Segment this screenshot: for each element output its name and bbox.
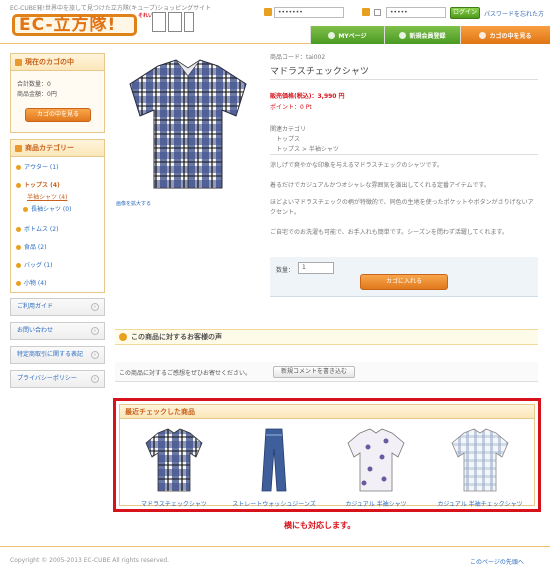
plaid-shirt-thumbnail <box>145 428 203 492</box>
copyright-text: Copyright © 2005-2013 EC-CUBE All rights… <box>10 557 170 564</box>
header-nav: MYページ 新規会員登録 カゴの中を見る <box>310 26 550 44</box>
product-points: ポイント：0 Pt <box>270 104 312 111</box>
recently-viewed-panel: 最近チェックした商品 マドラスチェックシャツ ストレートウォッシュジーンズ カジ… <box>119 404 535 508</box>
category-bag[interactable]: バッグ (1) <box>16 260 52 269</box>
recent-item-label[interactable]: カジュアル 半袖シャツ <box>326 499 426 508</box>
cart-total: 商品金額：0円 <box>17 91 57 98</box>
add-user-icon <box>399 31 407 39</box>
product-image[interactable] <box>118 54 258 194</box>
lock-icon <box>362 8 370 16</box>
jeans-thumbnail <box>261 428 287 492</box>
cube-mascot-icon <box>168 12 182 32</box>
product-description: ご自宅でのお洗濯も可能で、お手入れも簡単です。シーズンを問わず活躍してくれます。 <box>270 229 508 236</box>
product-code: 商品コード：tai002 <box>270 54 326 61</box>
cart-panel-title: 現在のカゴの中 <box>11 54 104 71</box>
bullet-icon <box>16 227 21 232</box>
remember-checkbox[interactable] <box>374 9 381 16</box>
contact-link[interactable]: お問い合わせ › <box>10 322 105 340</box>
dot-shirt-thumbnail <box>347 428 405 492</box>
quantity-label: 数量： <box>276 267 295 274</box>
mail-icon <box>264 8 272 16</box>
bullet-icon <box>16 263 21 268</box>
bullet-icon <box>16 245 21 250</box>
nav-register[interactable]: 新規会員登録 <box>384 26 460 44</box>
chevron-right-icon: › <box>91 375 99 383</box>
nav-label: MYページ <box>338 32 367 40</box>
enlarge-image-link[interactable]: 画像を拡大する <box>116 200 151 207</box>
bullet-icon <box>16 183 21 188</box>
logo-wordmark: EC-立方隊! <box>12 14 137 36</box>
cart-icon <box>479 31 487 39</box>
category-tops[interactable]: トップス (4) <box>16 180 60 189</box>
recent-item[interactable]: カジュアル 半袖チェックシャツ <box>430 427 530 508</box>
page-top-link[interactable]: このページの先頭へ <box>470 557 524 566</box>
nav-label: 新規会員登録 <box>409 32 446 40</box>
product-description: 着るだけでカジュアルかつオシャレな雰囲気を演出してくれる定番アイテムです。 <box>270 182 490 189</box>
review-empty-text: この商品に対するご感想をぜひお寄せください。 <box>119 370 252 377</box>
product-description: ほどよいマドラスチェックの柄が特徴的で、同色の生地を使ったポケットやボタンがさり… <box>270 199 534 216</box>
login-form: ••••••• ••••• ログイン パスワードを忘れた方 <box>262 4 548 20</box>
site-tagline: EC-CUBE発!世界中を旅して見つけた立方隊(キューブ)ショッピングサイト <box>10 5 212 12</box>
related-category-link[interactable]: トップス > 半袖シャツ <box>276 144 339 153</box>
recent-item-label[interactable]: マドラスチェックシャツ <box>124 499 224 508</box>
product-name: マドラスチェックシャツ <box>270 67 369 77</box>
recently-viewed-caption: 横にも対応します。 <box>284 521 356 530</box>
category-outer[interactable]: アウター (1) <box>16 162 58 171</box>
recently-viewed-title: 最近チェックした商品 <box>120 405 534 419</box>
guide-link[interactable]: ご利用ガイド › <box>10 298 105 316</box>
cart-panel: 現在のカゴの中 合計数量：0 商品金額：0円 カゴの中を見る <box>10 53 105 133</box>
product-description: 涼しげで爽やかな印象を与えるマドラスチェックのシャツです。 <box>270 162 443 169</box>
bullet-icon <box>23 207 28 212</box>
user-icon <box>328 31 336 39</box>
site-footer: Copyright © 2005-2013 EC-CUBE All rights… <box>0 546 550 576</box>
nav-label: カゴの中を見る <box>489 32 532 40</box>
add-to-cart-area: 数量： 1 カゴに入れる <box>270 257 538 297</box>
related-category-label: 関連カテゴリ <box>270 126 307 133</box>
category-panel-title: 商品カテゴリー <box>11 140 104 157</box>
site-logo[interactable]: EC-立方隊! それいけ! <box>12 12 194 40</box>
recent-item[interactable]: カジュアル 半袖シャツ <box>326 427 426 508</box>
quantity-input[interactable]: 1 <box>298 262 334 274</box>
cube-mascot-icon <box>184 12 194 32</box>
forgot-password-link[interactable]: パスワードを忘れた方 <box>484 9 544 18</box>
cube-mascot-icon <box>152 12 166 32</box>
chevron-right-icon: › <box>91 327 99 335</box>
category-long-sleeve[interactable]: 長袖シャツ (0) <box>23 204 71 213</box>
category-bottoms[interactable]: ボトムス (2) <box>16 224 58 233</box>
view-cart-button[interactable]: カゴの中を見る <box>25 108 91 122</box>
review-row: この商品に対するご感想をぜひお寄せください。 新規コメントを書き込む <box>115 362 538 382</box>
category-short-sleeve[interactable]: 半袖シャツ (4) <box>27 192 67 201</box>
bullet-icon <box>16 165 21 170</box>
product-divider <box>270 79 538 80</box>
cart-count: 合計数量：0 <box>17 81 51 88</box>
add-to-cart-button[interactable]: カゴに入れる <box>360 274 448 290</box>
product-divider <box>270 154 538 155</box>
category-goods[interactable]: 小物 (4) <box>16 278 46 287</box>
category-panel: 商品カテゴリー アウター (1) トップス (4) 半袖シャツ (4) 長袖シャ… <box>10 139 105 293</box>
email-field[interactable]: ••••••• <box>274 7 344 18</box>
related-category-link[interactable]: トップス <box>276 134 300 143</box>
login-button[interactable]: ログイン <box>450 7 480 19</box>
recent-item[interactable]: ストレートウォッシュジーンズ <box>224 427 324 508</box>
site-header: EC-CUBE発!世界中を旅して見つけた立方隊(キューブ)ショッピングサイト E… <box>0 0 550 44</box>
recent-item-label[interactable]: カジュアル 半袖チェックシャツ <box>430 499 530 508</box>
bullet-icon <box>16 281 21 286</box>
category-food[interactable]: 食品 (2) <box>16 242 46 251</box>
write-review-button[interactable]: 新規コメントを書き込む <box>273 366 355 378</box>
privacy-link[interactable]: プライバシーポリシー › <box>10 370 105 388</box>
check-shirt-thumbnail <box>451 428 509 492</box>
nav-cart[interactable]: カゴの中を見る <box>460 26 550 44</box>
recently-viewed-highlight: 最近チェックした商品 マドラスチェックシャツ ストレートウォッシュジーンズ カジ… <box>113 398 541 512</box>
recent-item-label[interactable]: ストレートウォッシュジーンズ <box>224 499 324 508</box>
review-section-title: この商品に対するお客様の声 <box>115 329 538 345</box>
chevron-right-icon: › <box>91 303 99 311</box>
product-price: 販売価格(税込)：3,990 円 <box>270 93 345 100</box>
nav-mypage[interactable]: MYページ <box>310 26 384 44</box>
chevron-right-icon: › <box>91 351 99 359</box>
password-field[interactable]: ••••• <box>386 7 446 18</box>
tokushoho-link[interactable]: 特定商取引に関する表記 › <box>10 346 105 364</box>
recent-item[interactable]: マドラスチェックシャツ <box>124 427 224 508</box>
